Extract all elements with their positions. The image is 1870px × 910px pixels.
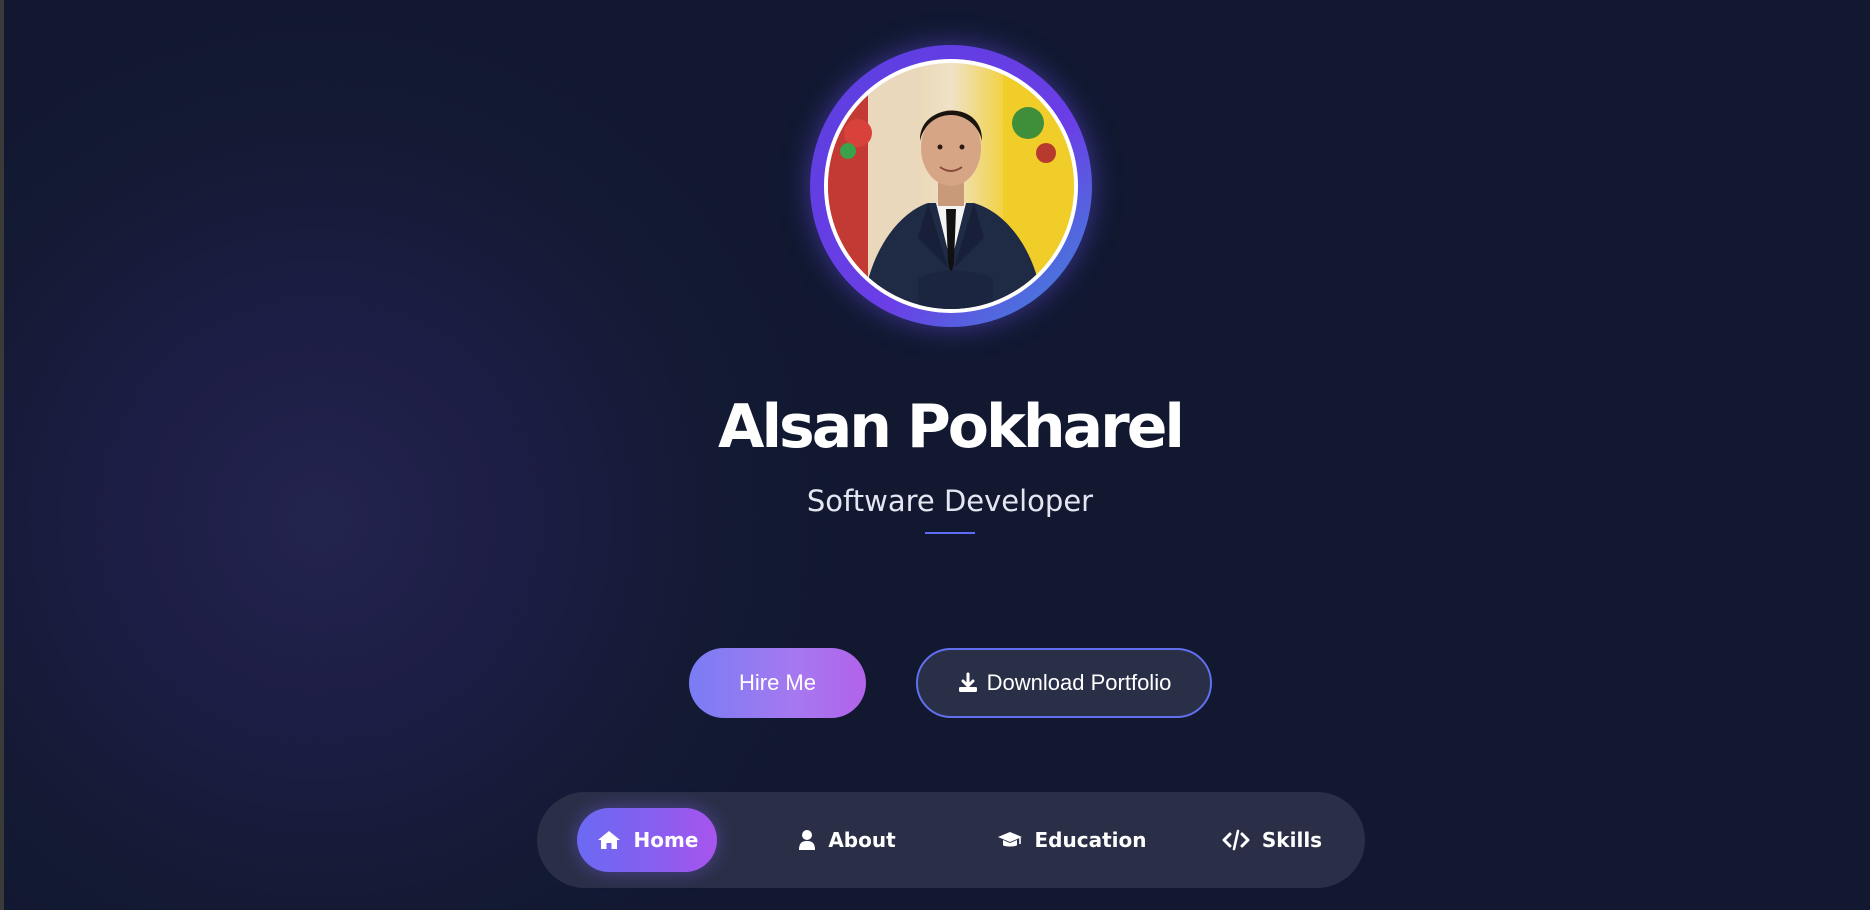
profile-photo-image (828, 63, 1074, 309)
hire-me-label: Hire Me (738, 670, 816, 695)
graduation-cap-icon (997, 830, 1023, 850)
nav-item-about-label: About (828, 828, 896, 852)
nav-item-education[interactable]: Education (964, 808, 1179, 872)
download-portfolio-button[interactable]: Download Portfolio (916, 648, 1212, 718)
role-underline-divider (925, 532, 975, 534)
download-icon (957, 672, 979, 694)
profile-role: Software Developer (806, 484, 1094, 518)
nav-item-home[interactable]: Home (577, 808, 717, 872)
profile-photo (828, 63, 1074, 309)
bottom-navigation: Home About Education Skills (537, 792, 1365, 888)
nav-item-skills-label: Skills (1261, 828, 1323, 852)
nav-item-home-label: Home (633, 828, 699, 852)
avatar-border (824, 59, 1078, 313)
user-icon (798, 829, 816, 851)
nav-item-about[interactable]: About (777, 808, 917, 872)
download-portfolio-label: Download Portfolio (986, 670, 1172, 695)
nav-item-education-label: Education (1034, 828, 1147, 852)
hire-me-button[interactable]: Hire Me (689, 648, 866, 718)
hero-section: Alsan Pokharel Software Developer Hire M… (0, 0, 1870, 910)
nav-item-skills[interactable]: Skills (1197, 808, 1347, 872)
code-icon (1222, 829, 1250, 851)
avatar (810, 45, 1092, 327)
profile-name: Alsan Pokharel (718, 392, 1185, 462)
home-icon (596, 829, 622, 851)
